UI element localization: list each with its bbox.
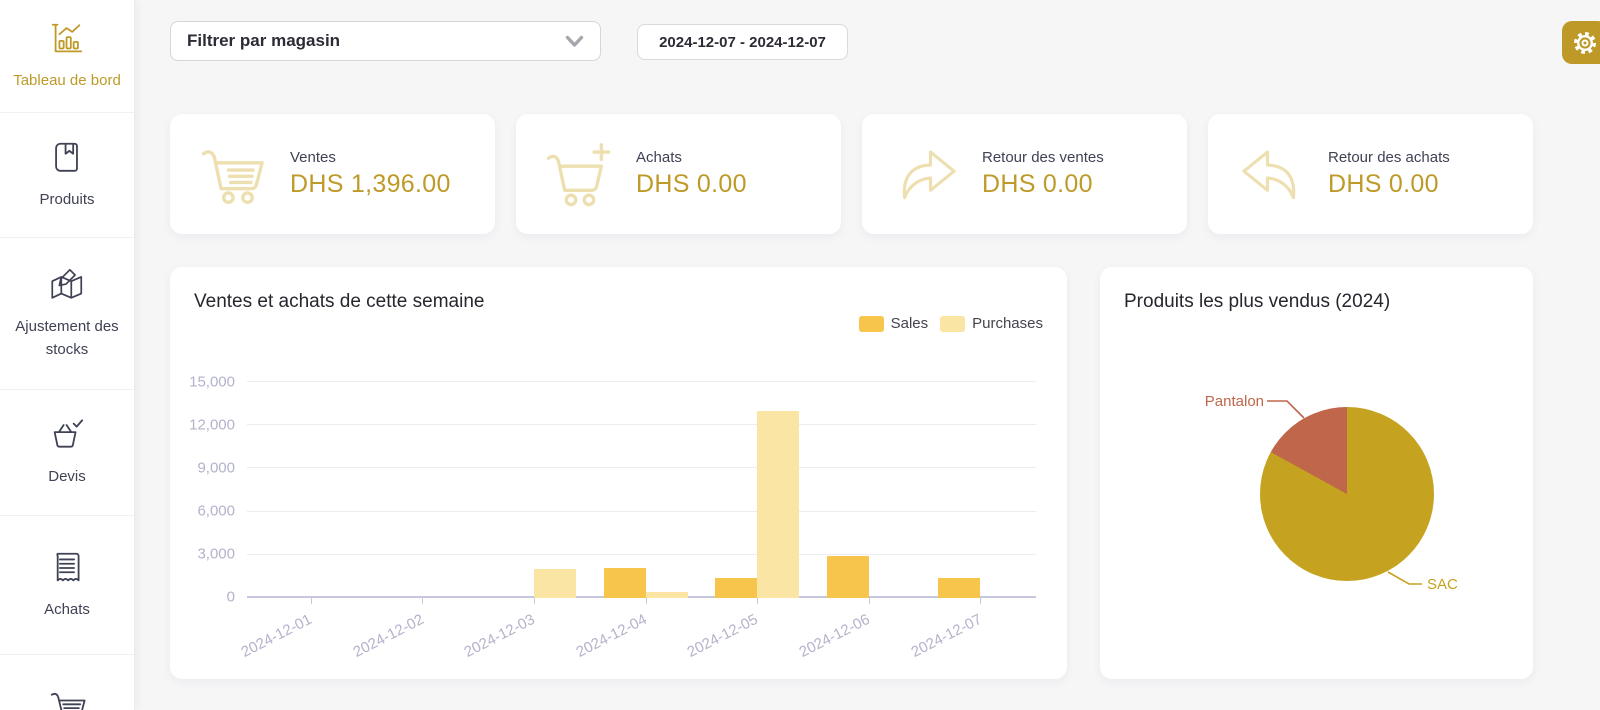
- sales-bar: [826, 556, 869, 598]
- bar-slot: 2024-12-02: [350, 382, 479, 661]
- top-products-pie-card: Produits les plus vendus (2024) Pantalon…: [1100, 267, 1533, 679]
- cart-filled-icon: [198, 138, 270, 210]
- charts-row: Ventes et achats de cette semaine Sales P…: [170, 267, 1533, 679]
- y-tick-label: 15,000: [189, 373, 235, 390]
- x-tick: [533, 598, 535, 604]
- arrow-forward-icon: [890, 138, 962, 210]
- bar-slot: 2024-12-01: [239, 382, 367, 661]
- cart-icon: [48, 691, 86, 710]
- x-tick-label: 2024-12-06: [796, 610, 873, 661]
- pie-chart-title: Produits les plus vendus (2024): [1124, 291, 1391, 312]
- stat-label: Retour des ventes: [982, 149, 1104, 166]
- stat-card-retour-ventes: Retour des ventes DHS 0.00: [862, 114, 1187, 234]
- x-tick: [757, 598, 759, 604]
- sidebar-item-devis[interactable]: Devis: [0, 390, 134, 516]
- settings-button[interactable]: [1562, 21, 1600, 64]
- legend-item-purchases[interactable]: Purchases: [940, 315, 1043, 332]
- stat-card-achats: Achats DHS 0.00: [516, 114, 841, 234]
- topbar: Filtrer par magasin: [170, 21, 1600, 83]
- bar-slot: 2024-12-03: [462, 382, 590, 661]
- stat-card-retour-achats: Retour des achats DHS 0.00: [1208, 114, 1533, 234]
- map-edit-icon: [48, 266, 86, 304]
- sidebar: Tableau de bord Produits Ajustement des …: [0, 0, 135, 710]
- legend-swatch: [858, 315, 884, 332]
- x-tick: [645, 598, 647, 604]
- x-tick-label: 2024-12-01: [238, 610, 315, 661]
- bar-chart-icon: [48, 20, 86, 58]
- x-tick-label: 2024-12-04: [573, 610, 650, 661]
- y-tick-label: 6,000: [197, 502, 235, 520]
- store-filter-select[interactable]: Filtrer par magasin: [170, 21, 601, 61]
- gear-icon: [1570, 28, 1600, 58]
- pie-chart: [1260, 407, 1434, 581]
- stat-value: DHS 0.00: [982, 170, 1093, 198]
- stat-label: Achats: [636, 149, 682, 166]
- stats-row: Ventes DHS 1,396.00 Achats DHS 0.00 Reto…: [170, 114, 1533, 234]
- stat-value: DHS 0.00: [1328, 170, 1439, 198]
- sidebar-item-label: Devis: [48, 468, 86, 486]
- stat-label: Ventes: [290, 149, 336, 166]
- cart-plus-icon: [544, 138, 616, 210]
- purchases-bar: [533, 569, 576, 598]
- store-filter-value: Filtrer par magasin: [187, 31, 341, 50]
- x-tick: [868, 598, 870, 604]
- x-tick: [980, 598, 982, 604]
- sidebar-item-label: Tableau de bord: [13, 71, 121, 89]
- x-tick-label: 2024-12-07: [908, 610, 985, 661]
- sidebar-item-label: Produits: [39, 190, 95, 208]
- weekly-sales-purchases-chart-card: Ventes et achats de cette semaine Sales P…: [170, 267, 1067, 679]
- stat-value: DHS 0.00: [636, 170, 747, 198]
- bar-chart-plot: 0 3,000 6,000 9,000 12,000 15,000 2024-12-01 2…: [189, 373, 1036, 661]
- bar-chart-slots: 2024-12-01 2024-12-02 2024-12-03 2024-12-04…: [239, 382, 1036, 661]
- chevron-down-icon: [565, 35, 584, 48]
- sidebar-item-achats[interactable]: Achats: [0, 516, 134, 655]
- legend-item-sales[interactable]: Sales: [858, 315, 929, 332]
- stat-value: DHS 1,396.00: [290, 170, 451, 198]
- bar-slot: 2024-12-06: [796, 382, 925, 661]
- legend-swatch: [940, 315, 966, 332]
- sidebar-item-tableau-de-bord[interactable]: Tableau de bord: [0, 0, 134, 113]
- sales-bar: [715, 577, 758, 598]
- x-tick: [422, 598, 424, 604]
- x-tick-label: 2024-12-03: [461, 610, 538, 661]
- sales-bar: [603, 567, 646, 598]
- pie-slice-label-pantalon: Pantalon: [1204, 393, 1264, 410]
- bar-chart-legend: Sales Purchases: [858, 315, 1043, 332]
- bar-slot: 2024-12-07: [908, 382, 1036, 661]
- y-tick-label: 12,000: [189, 416, 235, 434]
- bar-chart-title: Ventes et achats de cette semaine: [194, 291, 485, 312]
- sidebar-item-partial-bottom[interactable]: [0, 655, 134, 710]
- purchases-bar: [757, 410, 800, 598]
- y-tick-label: 9,000: [197, 459, 235, 477]
- x-tick-label: 2024-12-02: [350, 610, 427, 661]
- y-tick-label: 0: [226, 588, 235, 606]
- sidebar-item-ajustement-des-stocks[interactable]: Ajustement des stocks: [0, 238, 134, 390]
- legend-label: Sales: [890, 315, 929, 332]
- sidebar-item-produits[interactable]: Produits: [0, 113, 134, 238]
- book-icon: [48, 139, 86, 177]
- main-content: Filtrer par magasin 2024-12-07 - 2024-12…: [135, 0, 1600, 710]
- receipt-icon: [48, 549, 86, 587]
- purchases-bar: [645, 592, 688, 598]
- bar-slot: 2024-12-05: [685, 382, 813, 661]
- legend-label: Purchases: [972, 315, 1043, 332]
- sales-bar: [938, 577, 981, 598]
- stat-card-ventes: Ventes DHS 1,396.00: [170, 114, 495, 234]
- sidebar-item-label: Ajustement des stocks: [15, 318, 119, 358]
- date-range-input[interactable]: [637, 24, 848, 60]
- y-tick-label: 3,000: [197, 545, 235, 563]
- stat-label: Retour des achats: [1328, 149, 1450, 166]
- x-tick-label: 2024-12-05: [684, 610, 761, 661]
- pie-slice-label-sac: SAC: [1427, 576, 1458, 593]
- basket-check-icon: [48, 416, 86, 454]
- arrow-back-icon: [1236, 138, 1308, 210]
- sidebar-item-label: Achats: [44, 600, 90, 618]
- x-tick: [310, 598, 312, 604]
- bar-slot: 2024-12-04: [573, 382, 702, 661]
